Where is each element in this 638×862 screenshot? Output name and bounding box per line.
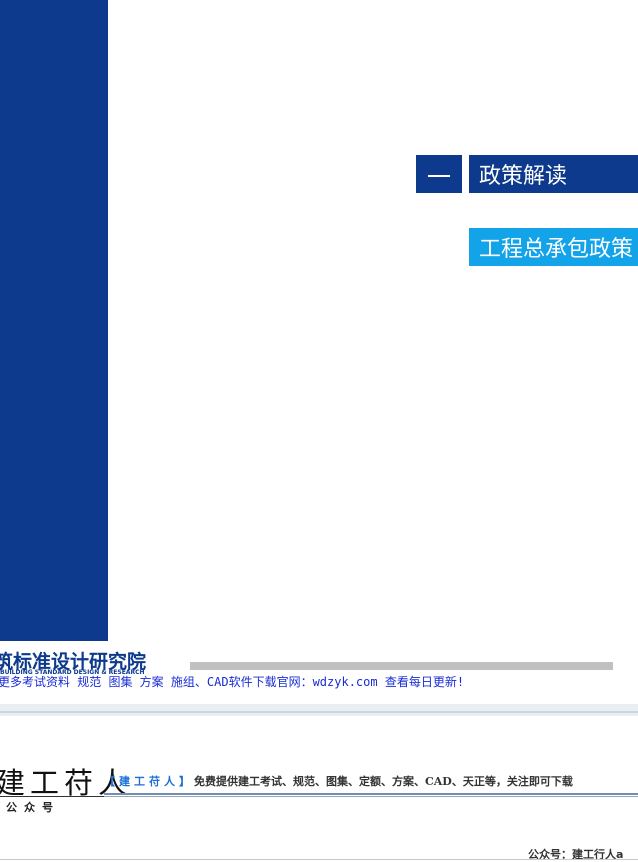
section-number: 一 <box>416 155 462 193</box>
footer-divider <box>190 662 613 670</box>
banner-rule <box>104 793 638 795</box>
download-note: 更多考试资料 规范 图集 方案 施组、CAD软件下载官网：wdzyk.com 查… <box>0 675 465 689</box>
brand-underline <box>0 796 106 797</box>
section-title: 政策解读 <box>469 155 638 193</box>
promo-banner: 【建工苻人】免费提供建工考试、规范、图集、定额、方案、CAD、天正等，关注即可下… <box>104 773 638 793</box>
subtitle-label: 工程总承包政策 <box>469 228 638 266</box>
left-accent-bar <box>0 0 108 641</box>
banner-rule-secondary <box>104 796 638 797</box>
banner-tag: 【建工苻人】 <box>104 775 194 788</box>
page-break-line <box>0 711 638 713</box>
brand-logo-sub: 公众号 <box>6 801 60 814</box>
page-bottom-rule <box>0 859 638 860</box>
banner-text: 免费提供建工考试、规范、图集、定额、方案、CAD、天正等，关注即可下载 <box>194 775 573 788</box>
page-break-band <box>0 704 638 716</box>
